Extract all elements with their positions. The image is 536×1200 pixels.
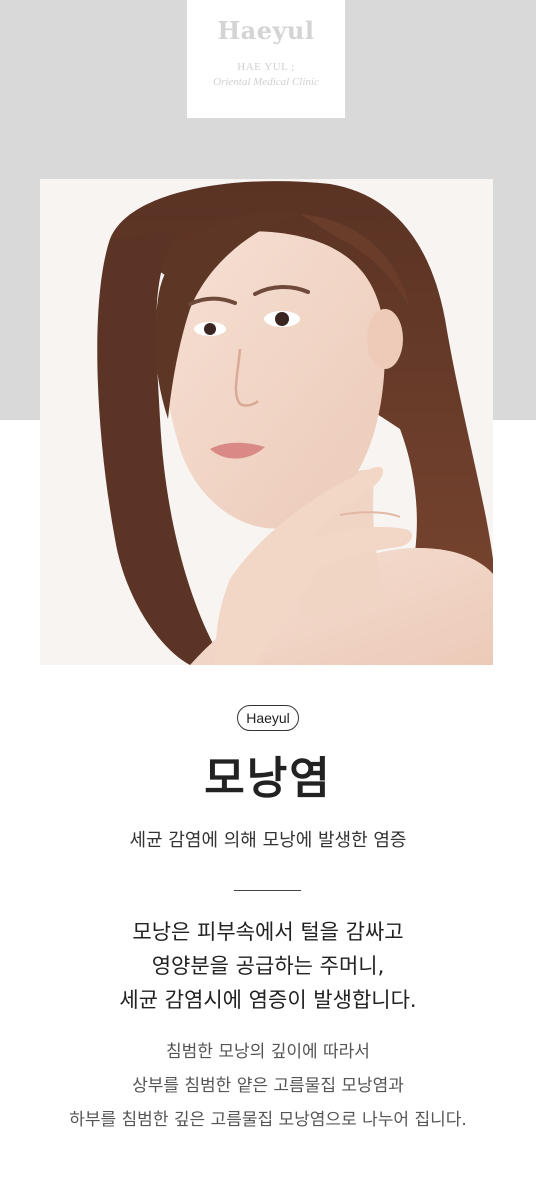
body-line: 침범한 모낭의 깊이에 따라서 <box>166 1042 370 1062</box>
body-line: 하부를 침범한 깊은 고름물집 모낭염으로 나누어 집니다. <box>69 1110 467 1130</box>
portrait-photo <box>40 179 493 665</box>
page-title: 모낭염 <box>204 753 332 804</box>
clinic-logo-card: Haeyul HAE YUL ; Oriental Medical Clinic <box>187 0 345 118</box>
logo-subtitle-name: HAE YUL ; <box>237 61 295 73</box>
section-divider <box>234 890 301 891</box>
lead-line: 모낭은 피부속에서 털을 감싸고 <box>132 920 404 944</box>
body-paragraph: 침범한 모낭의 깊이에 따라서 상부를 침범한 얕은 고름물집 모낭염과 하부를… <box>0 1035 536 1137</box>
brand-badge: Haeyul <box>237 705 299 731</box>
logo-subtitle-clinic: Oriental Medical Clinic <box>213 76 319 88</box>
lead-line: 영양분을 공급하는 주머니, <box>151 954 385 978</box>
logo-title: Haeyul <box>217 16 315 45</box>
body-line: 상부를 침범한 얕은 고름물집 모낭염과 <box>132 1076 404 1096</box>
lead-line: 세균 감염시에 염증이 발생합니다. <box>119 988 417 1012</box>
lead-paragraph: 모낭은 피부속에서 털을 감싸고 영양분을 공급하는 주머니, 세균 감염시에 … <box>0 915 536 1017</box>
page-subtitle: 세균 감염에 의해 모낭에 발생한 염증 <box>129 830 407 851</box>
